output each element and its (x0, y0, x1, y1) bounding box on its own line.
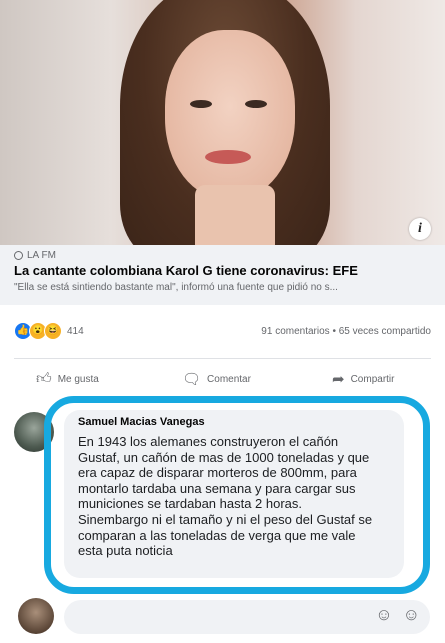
highlight-outline (44, 396, 430, 594)
like-label: Me gusta (57, 373, 99, 385)
divider (14, 358, 431, 359)
photo-neck (195, 185, 275, 245)
reply-input[interactable]: ☺ ☺ (64, 600, 430, 634)
reply-avatar (18, 598, 54, 634)
photo-eye-right (245, 100, 267, 108)
photo-eye-left (190, 100, 212, 108)
share-icon: ➦ (332, 371, 345, 388)
haha-icon: 😆 (44, 322, 62, 340)
share-label: Compartir (350, 373, 395, 385)
globe-icon (14, 251, 23, 260)
emoji-icon[interactable]: ☺ (403, 605, 420, 625)
comment-label: Comentar (207, 373, 251, 385)
photo-lips (205, 150, 251, 164)
article-photo[interactable]: i (0, 0, 445, 245)
link-preview[interactable]: LA FM La cantante colombiana Karol G tie… (0, 245, 445, 305)
post-stats[interactable]: 91 comentarios • 65 veces compartido (261, 326, 431, 337)
reply-icons: ☺ ☺ (375, 605, 420, 625)
thumbs-up-icon: 👍︎ (36, 370, 52, 387)
link-source-label: LA FM (27, 250, 56, 261)
reactions-summary[interactable]: 👍 😮 😆 414 (14, 322, 84, 340)
comment-button[interactable]: 🗨︎ Comentar (182, 370, 251, 388)
sticker-icon[interactable]: ☺ (375, 605, 392, 625)
like-button[interactable]: 👍︎ Me gusta (36, 370, 99, 388)
link-headline[interactable]: La cantante colombiana Karol G tiene cor… (14, 263, 358, 278)
link-source: LA FM (14, 250, 56, 261)
reaction-count: 414 (67, 325, 84, 337)
info-button[interactable]: i (409, 218, 431, 240)
link-snippet: "Ella se está sintiendo bastante mal", i… (14, 282, 338, 293)
photo-face (165, 30, 295, 200)
comment-icon: 🗨︎ (182, 371, 202, 388)
share-button[interactable]: ➦ Compartir (332, 370, 394, 388)
post-actions: 👍︎ Me gusta 🗨︎ Comentar ➦ Compartir (0, 370, 445, 392)
